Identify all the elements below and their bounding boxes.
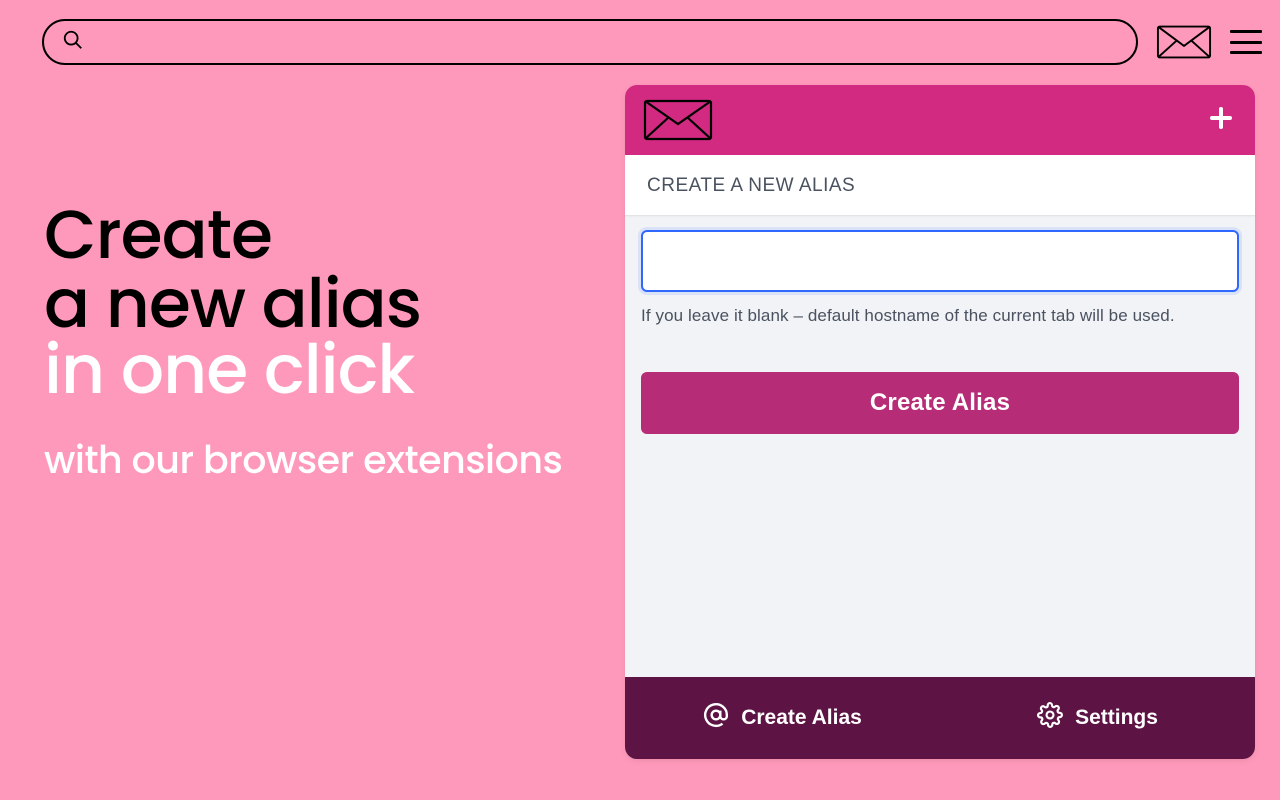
tab-create-label: Create Alias [741, 706, 862, 730]
search-icon [62, 29, 84, 56]
hamburger-menu-icon[interactable] [1230, 30, 1262, 54]
top-bar [42, 18, 1262, 66]
popup-body: If you leave it blank – default hostname… [625, 216, 1255, 677]
popup-footer: Create Alias Settings [625, 677, 1255, 759]
alias-input[interactable] [641, 230, 1239, 292]
extension-popup: CREATE A NEW ALIAS If you leave it blank… [625, 85, 1255, 759]
tab-settings[interactable]: Settings [940, 677, 1255, 759]
gear-icon [1037, 702, 1063, 734]
tab-create-alias[interactable]: Create Alias [625, 677, 940, 759]
search-bar[interactable] [42, 19, 1138, 65]
hero-text: Create a new alias in one click with our… [44, 200, 584, 495]
plus-icon[interactable] [1209, 106, 1233, 135]
at-sign-icon [703, 702, 729, 734]
alias-hint: If you leave it blank – default hostname… [641, 304, 1239, 328]
popup-logo-mail-icon [643, 97, 713, 143]
search-input[interactable] [92, 32, 1118, 53]
hero-subtext: with our browser extensions [44, 428, 584, 495]
create-alias-button[interactable]: Create Alias [641, 372, 1239, 434]
tab-settings-label: Settings [1075, 706, 1158, 730]
hero-line-1: Create a new alias [44, 200, 584, 339]
hero-line-2: in one click [44, 335, 584, 404]
popup-title: CREATE A NEW ALIAS [625, 155, 1255, 216]
popup-header [625, 85, 1255, 155]
mail-icon[interactable] [1156, 22, 1212, 62]
